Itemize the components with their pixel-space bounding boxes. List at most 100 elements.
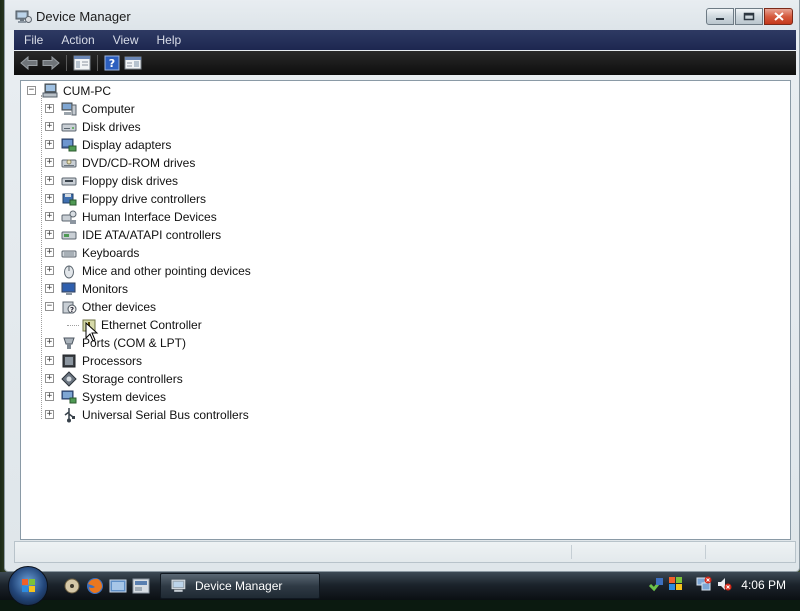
title-bar[interactable]: Device Manager <box>5 0 799 30</box>
taskbar: Device Manager 4:06 PM <box>0 566 800 606</box>
collapse-toggle[interactable]: − <box>27 86 36 95</box>
close-button[interactable] <box>764 8 793 25</box>
expand-toggle[interactable]: + <box>45 392 54 401</box>
taskbar-device-manager-button[interactable]: Device Manager <box>160 573 320 599</box>
maximize-icon <box>743 12 755 21</box>
start-button[interactable] <box>8 566 48 606</box>
expand-toggle[interactable]: + <box>45 410 54 419</box>
tree-item-ethernet-controller[interactable]: Ethernet Controller <box>27 316 347 334</box>
tree-item-label: Display adapters <box>82 138 172 152</box>
tree-root[interactable]: − CUM-PC <box>27 82 327 100</box>
properties-button[interactable] <box>124 53 142 73</box>
mouse-icon <box>64 265 74 279</box>
tree-item-label: IDE ATA/ATAPI controllers <box>82 228 222 242</box>
show-desktop-icon[interactable] <box>62 576 82 596</box>
tree-connector <box>67 325 79 326</box>
storage-controller-icon <box>61 371 77 387</box>
tree-item-label: Disk drives <box>82 120 141 134</box>
tree-item-label: Universal Serial Bus controllers <box>82 408 249 422</box>
system-devices-icon <box>61 390 77 404</box>
firefox-icon[interactable] <box>85 576 105 596</box>
menu-action[interactable]: Action <box>51 33 102 47</box>
expand-toggle[interactable]: + <box>45 158 54 167</box>
tree-item-computer[interactable]: + Computer <box>27 100 347 118</box>
window-title: Device Manager <box>36 9 131 24</box>
collapse-toggle[interactable]: − <box>45 302 54 311</box>
tree-item-keyboards[interactable]: + Keyboards <box>27 244 347 262</box>
status-cell <box>571 545 572 559</box>
menu-help[interactable]: Help <box>147 33 190 47</box>
forward-button[interactable] <box>42 53 60 73</box>
tree-item-label: Other devices <box>82 300 157 314</box>
show-hide-console-tree-button[interactable] <box>73 53 91 73</box>
tree-item-monitors[interactable]: + Monitors <box>27 280 347 298</box>
tree-item-human-interface-devices[interactable]: + Human Interface Devices <box>27 208 347 226</box>
tree-item-universal-serial-bus-controllers[interactable]: + Universal Serial Bus controllers <box>27 406 347 424</box>
tree-item-floppy-disk-drives[interactable]: + Floppy disk drives <box>27 172 347 190</box>
tree-item-ide-ata-atapi-controllers[interactable]: + IDE ATA/ATAPI controllers <box>27 226 347 244</box>
tree-item-mice-and-other-pointing-devices[interactable]: + Mice and other pointing devices <box>27 262 347 280</box>
expand-toggle[interactable]: + <box>45 374 54 383</box>
back-button[interactable] <box>20 53 38 73</box>
back-arrow-icon <box>20 56 38 70</box>
help-button[interactable]: ? <box>104 53 120 73</box>
expand-toggle[interactable]: + <box>45 122 54 131</box>
tree-item-label: Human Interface Devices <box>82 210 217 224</box>
mouse-cursor-icon <box>85 322 99 342</box>
security-center-icon[interactable] <box>668 576 684 592</box>
expand-toggle[interactable]: + <box>45 248 54 257</box>
expand-toggle[interactable]: + <box>45 284 54 293</box>
expand-toggle[interactable]: + <box>45 194 54 203</box>
explorer-icon[interactable] <box>131 576 151 596</box>
maximize-button[interactable] <box>735 8 763 25</box>
status-cell <box>705 545 706 559</box>
expand-toggle[interactable]: + <box>45 356 54 365</box>
computer-root-icon <box>42 83 58 98</box>
volume-muted-icon[interactable] <box>716 576 732 592</box>
clock[interactable]: 4:06 PM <box>741 578 786 592</box>
switch-windows-icon[interactable] <box>108 576 128 596</box>
windows-logo-icon <box>22 579 35 592</box>
forward-arrow-icon <box>42 56 60 70</box>
expand-toggle[interactable]: + <box>45 140 54 149</box>
windows-defender-icon[interactable] <box>648 576 664 592</box>
expand-toggle[interactable]: + <box>45 212 54 221</box>
computer-icon <box>61 102 77 116</box>
toolbar-separator <box>97 55 98 71</box>
tree-item-processors[interactable]: + Processors <box>27 352 347 370</box>
expand-toggle[interactable]: + <box>45 338 54 347</box>
minimize-button[interactable] <box>706 8 734 25</box>
network-disconnected-icon[interactable] <box>696 576 712 592</box>
hid-icon <box>61 210 77 224</box>
console-tree-icon <box>73 55 91 71</box>
tree-item-dvd-cd-rom-drives[interactable]: + DVD/CD-ROM drives <box>27 154 347 172</box>
expand-toggle[interactable]: + <box>45 266 54 275</box>
status-bar <box>14 541 796 563</box>
tree-item-system-devices[interactable]: + System devices <box>27 388 347 406</box>
menu-view[interactable]: View <box>103 33 147 47</box>
menu-file[interactable]: File <box>14 33 51 47</box>
dvd-drive-icon <box>61 159 77 168</box>
svg-text:?: ? <box>109 57 115 70</box>
tree-item-floppy-drive-controllers[interactable]: + Floppy drive controllers <box>27 190 347 208</box>
disk-drive-icon <box>61 123 77 132</box>
expand-toggle[interactable]: + <box>45 176 54 185</box>
tree-item-disk-drives[interactable]: + Disk drives <box>27 118 347 136</box>
tree-item-label: Processors <box>82 354 143 368</box>
tree-item-display-adapters[interactable]: + Display adapters <box>27 136 347 154</box>
expand-toggle[interactable]: + <box>45 230 54 239</box>
device-tree: − CUM-PC + Computer + Disk drives + Display a… <box>27 82 327 423</box>
tree-item-other-devices[interactable]: −? Other devices <box>27 298 347 316</box>
tree-item-label: System devices <box>82 390 167 404</box>
quick-launch <box>62 576 154 596</box>
floppy-controller-icon <box>62 193 77 206</box>
tree-item-storage-controllers[interactable]: + Storage controllers <box>27 370 347 388</box>
tree-item-ports-com-lpt[interactable]: + Ports (COM & LPT) <box>27 334 347 352</box>
expand-toggle[interactable]: + <box>45 104 54 113</box>
device-tree-pane[interactable]: − CUM-PC + Computer + Disk drives + Display a… <box>20 80 791 540</box>
tree-item-label: Floppy drive controllers <box>82 192 207 206</box>
tree-item-label: Storage controllers <box>82 372 183 386</box>
tree-root-label: CUM-PC <box>63 84 111 98</box>
tree-item-label: Ethernet Controller <box>101 318 202 332</box>
tree-item-label: Floppy disk drives <box>82 174 179 188</box>
